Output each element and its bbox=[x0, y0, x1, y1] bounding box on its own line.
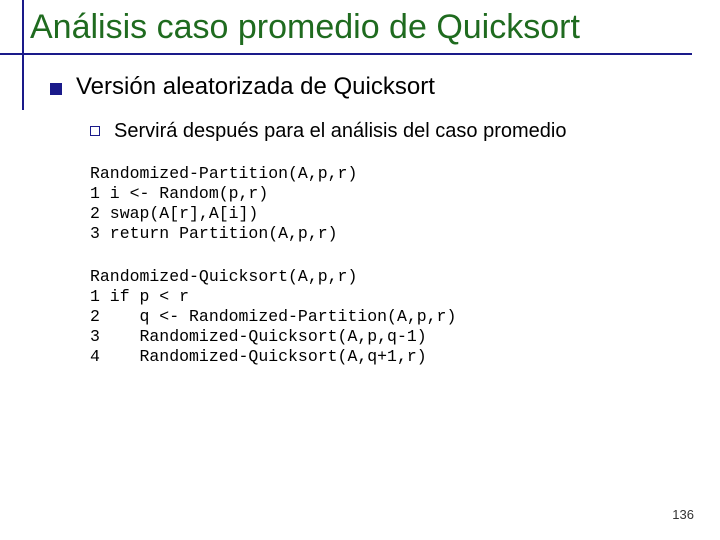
bullet-level1: Versión aleatorizada de Quicksort bbox=[50, 73, 680, 101]
slide: Análisis caso promedio de Quicksort Vers… bbox=[0, 0, 720, 540]
square-bullet-icon bbox=[50, 83, 62, 95]
title-vertical-rule bbox=[22, 0, 24, 110]
bullet-level2: Servirá después para el análisis del cas… bbox=[90, 119, 680, 144]
bullet-level2-text: Servirá después para el análisis del cas… bbox=[114, 119, 566, 144]
code-block-randomized-partition: Randomized-Partition(A,p,r) 1 i <- Rando… bbox=[90, 164, 680, 245]
page-number: 136 bbox=[672, 507, 694, 522]
square-outline-bullet-icon bbox=[90, 126, 100, 136]
slide-body: Versión aleatorizada de Quicksort Servir… bbox=[0, 55, 720, 367]
title-container: Análisis caso promedio de Quicksort bbox=[0, 0, 692, 55]
slide-title: Análisis caso promedio de Quicksort bbox=[30, 8, 672, 47]
bullet-level1-text: Versión aleatorizada de Quicksort bbox=[76, 73, 435, 101]
code-block-randomized-quicksort: Randomized-Quicksort(A,p,r) 1 if p < r 2… bbox=[90, 267, 680, 368]
